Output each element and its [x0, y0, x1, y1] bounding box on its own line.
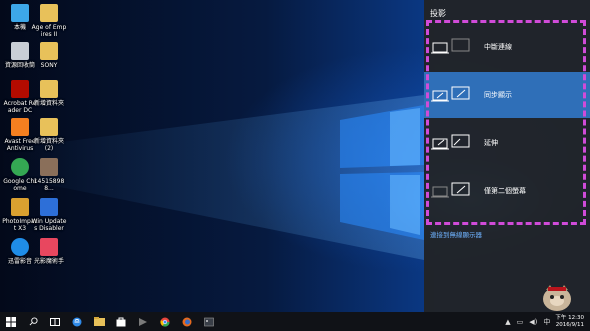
- desktop-icon[interactable]: 145158988...: [31, 158, 67, 192]
- computer-icon: [11, 4, 29, 22]
- desktop-icon[interactable]: SONY: [31, 42, 67, 69]
- start-button[interactable]: [0, 312, 22, 331]
- desktop-icon-label: 145158988...: [33, 178, 65, 192]
- acrobat-icon: [11, 80, 29, 98]
- project-panel: 投影 中斷連線 同步顯示 延伸 僅第二個螢幕 連接到無線顯示器: [424, 0, 590, 312]
- chrome-button[interactable]: [154, 312, 176, 331]
- folder-icon: [40, 80, 58, 98]
- photo-editor-icon: [40, 238, 58, 256]
- chevron-up-icon[interactable]: ▲: [505, 318, 510, 326]
- photo-icon: [40, 158, 58, 176]
- recycle-bin-icon: [11, 42, 29, 60]
- firefox-button[interactable]: [176, 312, 198, 331]
- firefox-icon: [182, 317, 192, 326]
- desktop-icon-label: 新增資料夾 (2): [33, 138, 64, 152]
- store-button[interactable]: [110, 312, 132, 331]
- search-button[interactable]: [22, 312, 44, 331]
- task-view-icon: [50, 317, 60, 326]
- media-button[interactable]: [132, 312, 154, 331]
- clock-date: 2016/9/11: [555, 321, 584, 328]
- network-icon[interactable]: ▭: [517, 318, 524, 326]
- desktop-icon-label: 光影魔術手: [33, 258, 64, 265]
- task-view-button[interactable]: [44, 312, 66, 331]
- connect-wireless-display-link[interactable]: 連接到無線顯示器: [430, 229, 482, 239]
- panel-title: 投影: [430, 9, 446, 18]
- desktop-icon-label: Win Updates Disabler: [31, 218, 67, 232]
- edge-icon: [72, 317, 82, 326]
- file-explorer-icon: [93, 317, 105, 326]
- clock-time: 下午 12:30: [555, 314, 584, 321]
- volume-icon[interactable]: ◀): [529, 318, 537, 326]
- search-icon: [29, 317, 38, 326]
- folder-icon: [40, 42, 58, 60]
- shield-icon: [40, 198, 58, 216]
- photoimpact-icon: [11, 198, 29, 216]
- folder-icon: [40, 4, 58, 22]
- file-explorer-button[interactable]: [88, 312, 110, 331]
- desktop-icon[interactable]: Age of Empires II: [31, 4, 67, 38]
- taskbar: ▲ ▭ ◀) 中 下午 12:30 2016/9/11: [0, 312, 590, 331]
- desktop-icon[interactable]: Win Updates Disabler: [31, 198, 67, 232]
- desktop-icon[interactable]: 新增資料夾 (2): [31, 118, 67, 152]
- chrome-icon: [11, 158, 29, 176]
- chrome-icon: [160, 317, 170, 327]
- mascot-logo: [543, 285, 571, 311]
- store-icon: [116, 317, 126, 326]
- desktop-icon-label: Age of Empires II: [31, 24, 67, 38]
- language-icon[interactable]: 中: [543, 317, 550, 327]
- edge-button[interactable]: [66, 312, 88, 331]
- photo-icon: [204, 317, 214, 326]
- desktop-icon-label: 新增資料夾: [33, 100, 64, 107]
- thunder-player-icon: [11, 238, 29, 256]
- avast-icon: [11, 118, 29, 136]
- desktop-icon[interactable]: 光影魔術手: [31, 238, 67, 265]
- photo-app-button[interactable]: [198, 312, 220, 331]
- media-icon: [139, 317, 147, 326]
- clock[interactable]: 下午 12:30 2016/9/11: [555, 315, 584, 329]
- desktop-icon-label: SONY: [40, 62, 58, 69]
- folder-icon: [40, 118, 58, 136]
- desktop-icon[interactable]: 新增資料夾: [31, 80, 67, 107]
- annotation-dashed-frame: [426, 20, 586, 225]
- start-icon: [6, 316, 16, 327]
- system-tray: ▲ ▭ ◀) 中 下午 12:30 2016/9/11: [502, 312, 590, 331]
